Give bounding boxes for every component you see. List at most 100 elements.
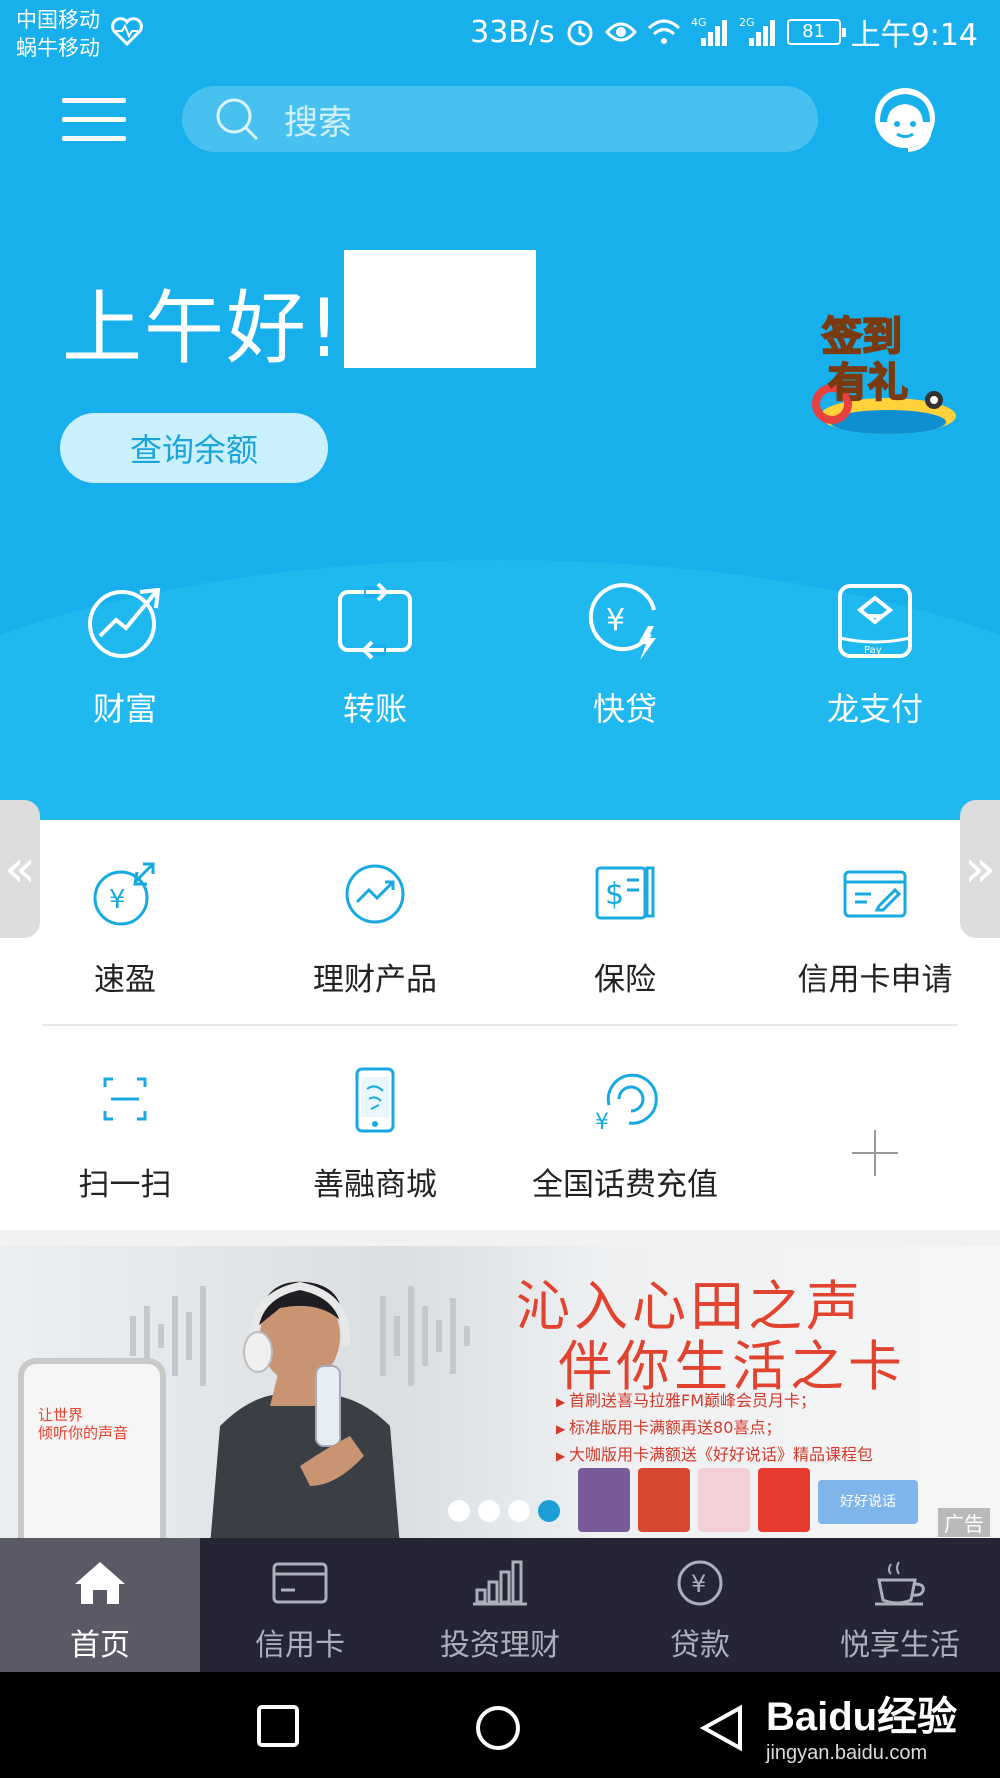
service-label: 全国话费充值 xyxy=(532,1167,718,1203)
long-pay-icon: Pay xyxy=(838,584,912,658)
home-button-icon[interactable] xyxy=(474,1704,522,1752)
quick-action-label: 快贷 xyxy=(592,690,657,728)
battery-icon: 81 xyxy=(786,19,846,45)
divider xyxy=(42,1024,958,1026)
svg-text:$: $ xyxy=(605,877,624,912)
svg-text:Pay: Pay xyxy=(864,645,882,656)
service-label: 速盈 xyxy=(94,962,156,998)
insurance-icon: $ xyxy=(595,866,655,920)
service-mall[interactable]: 善融商城 xyxy=(250,1065,500,1215)
customer-service-icon[interactable] xyxy=(868,82,942,156)
phone-text-2: 倾听你的声音 xyxy=(38,1424,129,1442)
carousel-dot[interactable] xyxy=(448,1500,470,1522)
quick-actions: 财富 转账 ¥ 快贷 Pay 龙支付 xyxy=(0,580,1000,780)
service-scan[interactable]: 扫一扫 xyxy=(0,1065,250,1215)
card-image xyxy=(638,1468,690,1532)
alarm-icon xyxy=(567,20,593,46)
promo-banner[interactable]: 让世界 倾听你的声音 沁入心田之声 伴你生活之卡 首刷送喜马拉雅FM巅峰会员月卡… xyxy=(0,1246,1000,1538)
scan-icon xyxy=(103,1077,147,1121)
battery-level: 81 xyxy=(802,21,826,42)
service-label: 扫一扫 xyxy=(78,1167,172,1203)
header-area: 中国移动 蜗牛移动 33B/s 4G 2G 81 上午9:14 搜索 上午好! xyxy=(0,0,1000,820)
services-grid: ¥ 速盈 理财产品 $ 保险 信用卡申请 扫一扫 善融商城 ¥ 全国话费充值 xyxy=(0,820,1000,1230)
quick-action-label: 龙支付 xyxy=(826,690,923,728)
watermark-sub: jingyan.baidu.com xyxy=(766,1742,928,1764)
card-image xyxy=(758,1468,810,1532)
service-label: 信用卡申请 xyxy=(797,962,953,998)
credit-card-apply-icon xyxy=(843,870,907,918)
quick-action-wealth[interactable]: 财富 xyxy=(0,580,250,780)
carrier-info: 中国移动 蜗牛移动 xyxy=(16,6,100,62)
add-service-icon[interactable] xyxy=(750,1065,1000,1215)
credit-card-icon xyxy=(272,1562,328,1604)
suying-icon: ¥ xyxy=(93,862,155,926)
quick-action-long-pay[interactable]: Pay 龙支付 xyxy=(750,580,1000,780)
banner-line: 大咖版用卡满额送《好好说话》精品课程包 xyxy=(556,1442,873,1469)
heart-icon xyxy=(111,17,143,46)
mall-icon xyxy=(355,1067,395,1133)
nav-label: 信用卡 xyxy=(255,1628,345,1663)
scroll-right-arrow[interactable]: » xyxy=(960,800,1000,938)
carousel-dot[interactable] xyxy=(508,1500,530,1522)
nav-label: 贷款 xyxy=(670,1628,730,1663)
signal-icon-1: 4G xyxy=(691,16,727,46)
card-image xyxy=(578,1468,630,1532)
nav-label: 首页 xyxy=(70,1628,130,1663)
checkin-line-1: 签到 xyxy=(822,314,902,360)
recent-apps-icon[interactable] xyxy=(256,1704,300,1748)
nav-label: 投资理财 xyxy=(440,1628,560,1663)
svg-text:¥: ¥ xyxy=(595,1110,609,1133)
quick-action-label: 转账 xyxy=(342,690,407,728)
ad-label: 广告 xyxy=(938,1508,990,1537)
svg-text:¥: ¥ xyxy=(691,1570,706,1598)
check-balance-button[interactable]: 查询余额 xyxy=(60,413,328,483)
carousel-indicators xyxy=(448,1500,560,1522)
carousel-dot-active[interactable] xyxy=(538,1500,560,1522)
service-financial-products[interactable]: 理财产品 xyxy=(250,860,500,999)
service-label: 保险 xyxy=(594,962,656,998)
man-with-headphones-image xyxy=(210,1281,400,1538)
quick-action-quick-loan[interactable]: ¥ 快贷 xyxy=(500,580,750,780)
system-navigation-bar: Baidu经验 jingyan.baidu.com xyxy=(0,1672,1000,1778)
scroll-left-arrow[interactable]: « xyxy=(0,800,40,938)
banner-line: 首刷送喜马拉雅FM巅峰会员月卡； xyxy=(556,1388,873,1415)
watermark-main: Baidu经验 xyxy=(766,1695,958,1739)
service-phone-recharge[interactable]: ¥ 全国话费充值 xyxy=(500,1065,750,1215)
bottom-navigation: 首页 信用卡 投资理财 ¥ 贷款 悦享生活 xyxy=(0,1538,1000,1672)
checkin-gift-badge[interactable]: 签到 有礼 xyxy=(802,304,962,454)
menu-icon[interactable] xyxy=(62,98,126,142)
coffee-icon xyxy=(875,1561,925,1606)
phone-recharge-icon: ¥ xyxy=(595,1073,658,1133)
search-icon xyxy=(216,98,259,141)
svg-text:¥: ¥ xyxy=(606,603,625,638)
nav-credit-card[interactable]: 信用卡 xyxy=(200,1538,400,1672)
service-insurance[interactable]: $ 保险 xyxy=(500,860,750,999)
banner-details: 首刷送喜马拉雅FM巅峰会员月卡； 标准版用卡满额再送80喜点； 大咖版用卡满额送… xyxy=(556,1388,873,1469)
card-image-wide: 好好说话 xyxy=(818,1480,918,1524)
network-label-2: 2G xyxy=(739,16,755,29)
quick-action-transfer[interactable]: 转账 xyxy=(250,580,500,780)
wealth-icon xyxy=(88,587,161,658)
quick-loan-icon: ¥ xyxy=(588,583,656,660)
carrier-2: 蜗牛移动 xyxy=(16,36,100,60)
carrier-1: 中国移动 xyxy=(16,8,100,32)
search-input[interactable]: 搜索 xyxy=(182,86,818,152)
card-image xyxy=(698,1468,750,1532)
back-button-icon[interactable] xyxy=(700,1704,744,1752)
phone-mockup-image: 让世界 倾听你的声音 xyxy=(18,1358,166,1538)
nav-life[interactable]: 悦享生活 xyxy=(800,1538,1000,1672)
carousel-dot[interactable] xyxy=(478,1500,500,1522)
eye-icon xyxy=(604,22,637,42)
nav-investment[interactable]: 投资理财 xyxy=(400,1538,600,1672)
service-label: 善融商城 xyxy=(313,1167,437,1203)
search-placeholder: 搜索 xyxy=(284,102,352,143)
checkin-line-2: 有礼 xyxy=(828,360,908,406)
greeting-text: 上午好! xyxy=(62,282,343,375)
services-row-1: ¥ 速盈 理财产品 $ 保险 信用卡申请 xyxy=(0,860,1000,999)
nav-loan[interactable]: ¥ 贷款 xyxy=(600,1538,800,1672)
nav-home[interactable]: 首页 xyxy=(0,1538,200,1672)
service-label: 理财产品 xyxy=(313,962,437,998)
network-label-1: 4G xyxy=(691,16,707,29)
network-speed: 33B/s xyxy=(470,14,555,50)
services-row-2: 扫一扫 善融商城 ¥ 全国话费充值 xyxy=(0,1065,1000,1215)
